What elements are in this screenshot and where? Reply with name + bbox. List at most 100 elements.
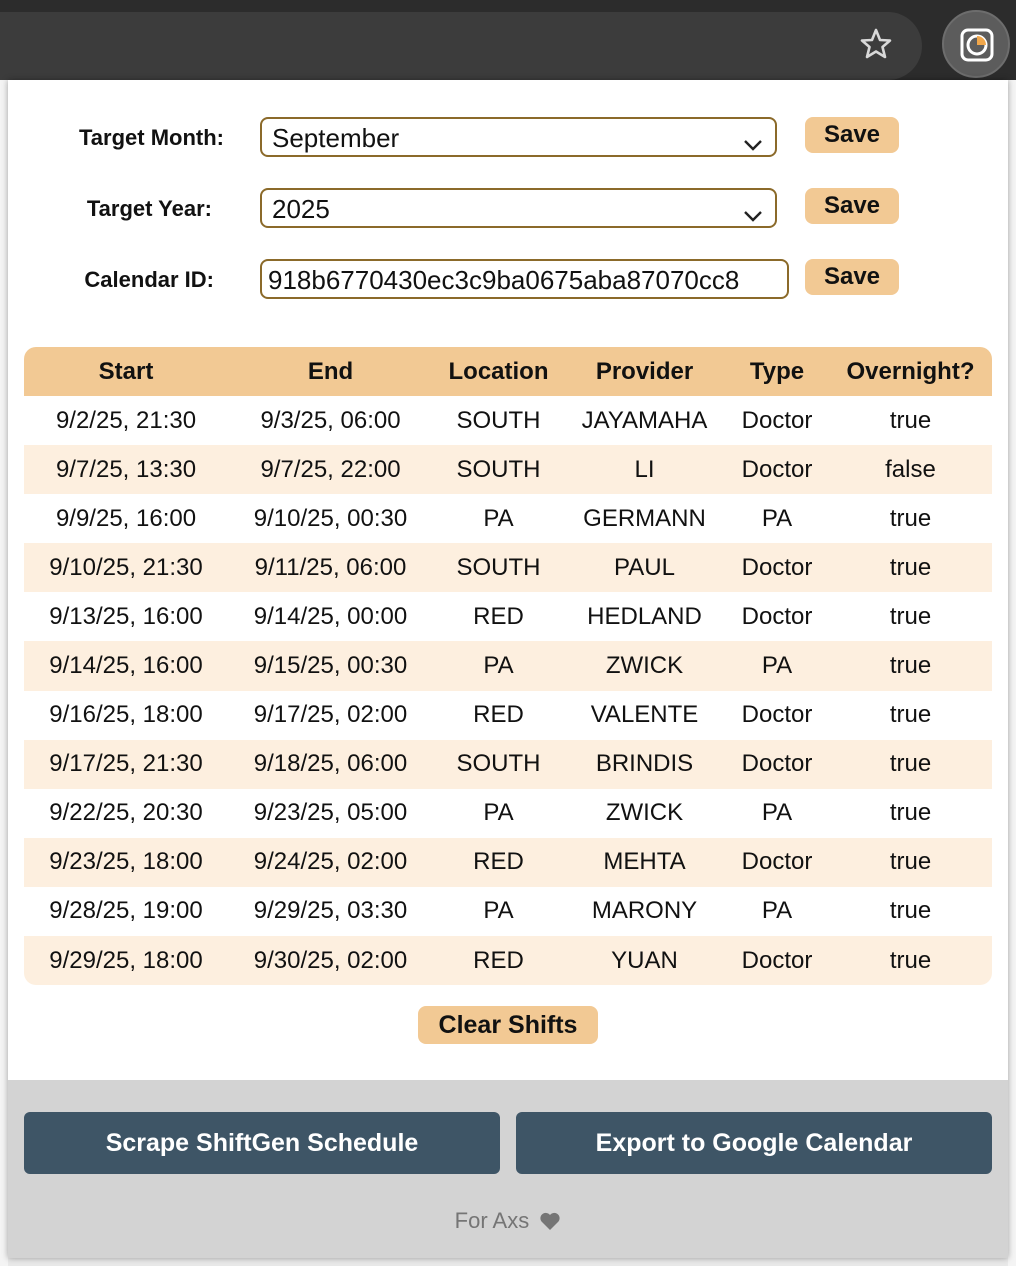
- cell-provider: JAYAMAHA: [581, 406, 708, 434]
- table-row: 9/10/25, 21:30 9/11/25, 06:00 SOUTH PAUL Doc…: [24, 543, 992, 593]
- cell-location: SOUTH: [456, 750, 541, 778]
- cell-provider: ZWICK: [605, 652, 684, 680]
- target-month-select[interactable]: September: [260, 117, 777, 157]
- save-calendar-id-button[interactable]: Save: [805, 259, 899, 295]
- cell-start: 9/13/25, 16:00: [49, 602, 203, 630]
- chevron-down-icon: [743, 128, 763, 158]
- cell-location: RED: [473, 602, 524, 630]
- credit-text: For Axs: [8, 1208, 1008, 1237]
- cell-location: RED: [473, 701, 524, 729]
- cell-end: 9/18/25, 06:00: [253, 750, 408, 778]
- cell-overnight: true: [889, 701, 932, 729]
- cell-type: Doctor: [741, 553, 813, 581]
- cell-type: PA: [761, 652, 793, 680]
- star-icon[interactable]: [858, 26, 894, 62]
- column-header-type: Type: [749, 357, 805, 385]
- cell-type: Doctor: [741, 848, 813, 876]
- cell-start: 9/2/25, 21:30: [55, 406, 197, 434]
- cell-overnight: true: [889, 946, 932, 974]
- cell-start: 9/22/25, 20:30: [49, 799, 203, 827]
- calendar-id-input[interactable]: 918b6770430ec3c9ba0675aba87070cc8: [260, 259, 789, 299]
- shifts-table: Start End Location Provider Type Overnig…: [24, 347, 992, 986]
- calendar-id-row: Calendar ID: 918b6770430ec3c9ba0675aba87…: [8, 259, 1008, 299]
- cell-location: PA: [483, 799, 514, 827]
- column-header-overnight: Overnight?: [846, 357, 975, 385]
- table-header-row: Start End Location Provider Type Overnig…: [24, 347, 992, 396]
- target-year-select[interactable]: 2025: [260, 188, 777, 228]
- export-google-calendar-button[interactable]: Export to Google Calendar: [516, 1112, 992, 1174]
- target-month-label: Target Month:: [78, 125, 224, 150]
- cell-provider: BRINDIS: [595, 750, 694, 778]
- cell-overnight: true: [889, 897, 932, 925]
- cell-end: 9/10/25, 00:30: [253, 504, 408, 532]
- cell-location: RED: [473, 848, 524, 876]
- cell-provider: PAUL: [614, 553, 675, 581]
- scrape-schedule-button[interactable]: Scrape ShiftGen Schedule: [24, 1112, 500, 1174]
- cell-overnight: true: [889, 602, 932, 630]
- cell-location: SOUTH: [456, 553, 541, 581]
- cell-location: PA: [483, 652, 514, 680]
- column-header-provider: Provider: [595, 357, 694, 385]
- cell-end: 9/14/25, 00:00: [253, 602, 408, 630]
- cell-start: 9/9/25, 16:00: [55, 504, 197, 532]
- cell-provider: YUAN: [611, 946, 678, 974]
- cell-end: 9/7/25, 22:00: [260, 455, 401, 483]
- cell-overnight: true: [889, 848, 932, 876]
- cell-end: 9/29/25, 03:30: [253, 897, 408, 925]
- table-row: 9/7/25, 13:30 9/7/25, 22:00 SOUTH LI Doctor f…: [24, 445, 992, 495]
- cell-type: PA: [761, 504, 793, 532]
- cell-location: RED: [473, 946, 524, 974]
- table-row: 9/28/25, 19:00 9/29/25, 03:30 PA MARONY PA tr…: [24, 887, 992, 936]
- cell-start: 9/10/25, 21:30: [49, 553, 203, 581]
- cell-end: 9/3/25, 06:00: [260, 406, 401, 434]
- cell-end: 9/30/25, 02:00: [253, 946, 408, 974]
- table-row: 9/16/25, 18:00 9/17/25, 02:00 RED VALENTE Do…: [24, 691, 992, 740]
- cell-provider: VALENTE: [590, 701, 699, 729]
- target-year-row: Target Year: 2025 Save: [8, 188, 1008, 228]
- cell-type: Doctor: [741, 602, 813, 630]
- cell-location: SOUTH: [456, 406, 541, 434]
- table-row: 9/14/25, 16:00 9/15/25, 00:30 PA ZWICK PA tru…: [24, 641, 992, 691]
- cell-overnight: true: [889, 652, 932, 680]
- cell-start: 9/23/25, 18:00: [49, 848, 203, 876]
- cell-overnight: true: [889, 504, 932, 532]
- cell-end: 9/17/25, 02:00: [253, 701, 408, 729]
- clear-shifts-button[interactable]: Clear Shifts: [418, 1006, 598, 1044]
- cell-provider: HEDLAND: [587, 602, 702, 630]
- cell-start: 9/29/25, 18:00: [49, 946, 203, 974]
- cell-provider: ZWICK: [605, 799, 684, 827]
- target-month-value: September: [272, 123, 400, 153]
- table-row: 9/23/25, 18:00 9/24/25, 02:00 RED MEHTA Doct…: [24, 837, 992, 887]
- address-bar[interactable]: [0, 12, 922, 80]
- column-header-location: Location: [448, 357, 549, 385]
- cell-end: 9/15/25, 00:30: [253, 652, 408, 680]
- cell-end: 9/23/25, 05:00: [253, 799, 408, 827]
- column-header-start: Start: [98, 357, 154, 385]
- cell-end: 9/11/25, 06:00: [254, 553, 407, 581]
- heart-icon: [539, 1211, 561, 1237]
- browser-toolbar: [0, 0, 1016, 80]
- cell-overnight: true: [889, 750, 932, 778]
- cell-location: PA: [483, 504, 514, 532]
- cell-type: Doctor: [741, 455, 813, 483]
- cell-type: Doctor: [741, 750, 813, 778]
- extension-button[interactable]: [942, 10, 1010, 78]
- cell-overnight: true: [889, 799, 932, 827]
- save-year-button[interactable]: Save: [805, 188, 899, 224]
- table-row: 9/17/25, 21:30 9/18/25, 06:00 SOUTH BRINDIS…: [24, 739, 992, 789]
- cell-start: 9/7/25, 13:30: [55, 455, 197, 483]
- popup-footer: Scrape ShiftGen Schedule Export to Googl…: [8, 1080, 1008, 1258]
- cell-type: Doctor: [741, 946, 813, 974]
- calendar-id-label: Calendar ID:: [84, 267, 214, 292]
- extension-popup: Target Month: September Save Target Year…: [8, 80, 1008, 1258]
- cell-type: Doctor: [741, 406, 813, 434]
- table-row: 9/29/25, 18:00 9/30/25, 02:00 RED YUAN Docto…: [24, 936, 992, 986]
- save-month-button[interactable]: Save: [805, 117, 899, 153]
- cell-start: 9/16/25, 18:00: [49, 701, 203, 729]
- cell-end: 9/24/25, 02:00: [253, 848, 408, 876]
- cell-provider: LI: [634, 455, 655, 483]
- target-year-label: Target Year:: [86, 196, 212, 221]
- background-page-edge-right: [1008, 80, 1016, 1266]
- target-month-row: Target Month: September Save: [8, 117, 1008, 157]
- chevron-down-icon: [743, 199, 763, 229]
